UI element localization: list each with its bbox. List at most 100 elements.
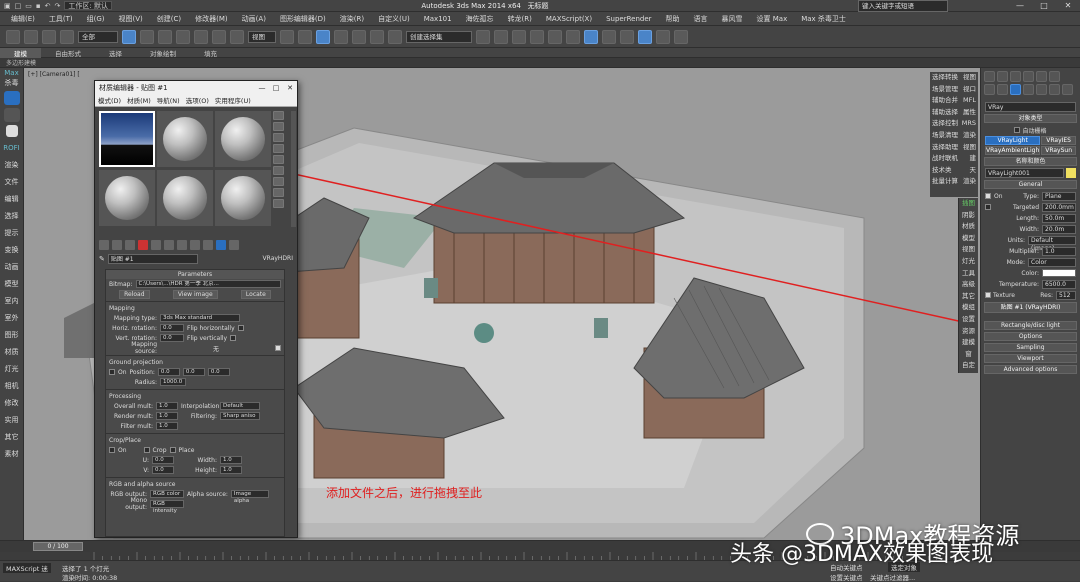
- systems-icon[interactable]: [1062, 84, 1073, 95]
- leftbar-item[interactable]: 变换: [0, 242, 23, 259]
- schematic-view-icon[interactable]: [566, 29, 580, 44]
- vstrip-item[interactable]: 工具: [959, 268, 978, 280]
- minimize-button[interactable]: —: [1008, 1, 1032, 10]
- type-dropdown[interactable]: Plane: [1042, 191, 1076, 201]
- sample-slot[interactable]: [157, 111, 213, 167]
- viewport-label[interactable]: [+] [Camera01] [: [28, 71, 80, 78]
- select-by-name-icon[interactable]: [140, 29, 154, 44]
- undo-icon[interactable]: ↶: [45, 2, 51, 10]
- pivot-icon[interactable]: [280, 29, 294, 44]
- leftbar-item[interactable]: 模型: [0, 276, 23, 293]
- vstrip-item[interactable]: 视图: [959, 244, 978, 256]
- leftbar-item[interactable]: 修改: [0, 395, 23, 412]
- color-swatch[interactable]: [1042, 269, 1076, 277]
- leftbar-item[interactable]: 图形: [0, 327, 23, 344]
- menu-modifiers[interactable]: 修改器(M): [188, 14, 235, 24]
- sample-slot-hdri[interactable]: [99, 111, 155, 167]
- go-sibling-icon[interactable]: [229, 240, 239, 250]
- render-mult-field[interactable]: 1.0: [156, 412, 178, 420]
- redo-icon[interactable]: ↷: [55, 2, 61, 10]
- save-icon[interactable]: ▪: [36, 2, 41, 10]
- vstrip-item[interactable]: 其它: [959, 291, 978, 303]
- mode-dropdown[interactable]: Color: [1028, 257, 1076, 267]
- me-menu-material[interactable]: 材质(M): [124, 95, 154, 105]
- vstrip-item[interactable]: 插图: [959, 198, 978, 210]
- vstrip-item[interactable]: 设置: [959, 314, 978, 326]
- menu-language[interactable]: 语言: [687, 14, 715, 24]
- place-radio[interactable]: [169, 447, 176, 453]
- create-tab-icon[interactable]: [984, 71, 995, 82]
- me-close-button[interactable]: ✕: [283, 84, 297, 92]
- vstrip-item[interactable]: 窗: [959, 349, 978, 361]
- units-dropdown[interactable]: Default (image): [1028, 235, 1076, 252]
- slots-scrollbar[interactable]: [291, 111, 296, 227]
- vraylight-button[interactable]: VRayLight: [985, 136, 1041, 145]
- modify-tab-icon[interactable]: [997, 71, 1008, 82]
- mono-output-dropdown[interactable]: RGB intensity: [150, 500, 184, 514]
- scene-tool-row[interactable]: 战时联机建: [932, 153, 976, 165]
- menu-maxscript[interactable]: MAXScript(X): [539, 15, 599, 23]
- move-icon[interactable]: [194, 29, 208, 44]
- filter-mult-field[interactable]: 1.0: [156, 422, 178, 430]
- ribbon-tab-selection[interactable]: 选择: [95, 48, 136, 58]
- horiz-rotation-field[interactable]: 0.0: [160, 324, 184, 332]
- menu-customize[interactable]: 自定义(U): [371, 14, 417, 24]
- show-end-result-icon[interactable]: [203, 240, 213, 250]
- filtering-dropdown[interactable]: Sharp aniso: [220, 412, 260, 420]
- ground-on-checkbox[interactable]: [109, 369, 115, 375]
- menu-plugin-c[interactable]: 暴风雪: [715, 14, 750, 24]
- locate-button[interactable]: Locate: [240, 289, 271, 299]
- overall-mult-field[interactable]: 1.0: [156, 402, 178, 410]
- material-navigator-icon[interactable]: [273, 199, 284, 208]
- go-to-parent-icon[interactable]: [216, 240, 226, 250]
- leftbar-item[interactable]: 文件: [0, 174, 23, 191]
- map-type-button[interactable]: VRayHDRI: [263, 255, 293, 262]
- temperature-field[interactable]: 6500.0: [1042, 279, 1076, 289]
- texture-map-slot[interactable]: 贴图 #1 (VRayHDRI): [984, 302, 1077, 313]
- search-input[interactable]: 键入关键字或短语: [858, 0, 948, 12]
- show-shaded-icon[interactable]: [190, 240, 200, 250]
- scene-tool-row[interactable]: 辅助合并 MFL: [932, 95, 976, 107]
- vstrip-item[interactable]: 高级: [959, 279, 978, 291]
- leftbar-item[interactable]: 实用: [0, 412, 23, 429]
- menu-max101[interactable]: Max101: [417, 15, 459, 23]
- mapping-type-dropdown[interactable]: 3ds Max standard: [160, 314, 240, 322]
- get-material-icon[interactable]: [99, 240, 109, 250]
- render-setup-icon[interactable]: [602, 29, 616, 44]
- leftbar-item[interactable]: 编辑: [0, 191, 23, 208]
- select-by-material-icon[interactable]: [273, 188, 284, 197]
- vstrip-item[interactable]: 自定: [959, 360, 978, 372]
- parameters-header[interactable]: Parameters: [106, 270, 284, 279]
- spacewarps-icon[interactable]: [1049, 84, 1060, 95]
- me-menu-utilities[interactable]: 实用程序(U): [212, 95, 254, 105]
- cameras-icon[interactable]: [1023, 84, 1034, 95]
- selection-filter-dropdown[interactable]: 全部: [78, 30, 118, 43]
- menu-help[interactable]: 帮助: [659, 14, 687, 24]
- reset-map-icon[interactable]: [138, 240, 148, 250]
- width-field[interactable]: 20.0m: [1042, 224, 1076, 234]
- edit-named-selection-icon[interactable]: [388, 29, 402, 44]
- menu-tools[interactable]: 工具(T): [42, 14, 80, 24]
- assign-material-icon[interactable]: [125, 240, 135, 250]
- menu-edit[interactable]: 编辑(E): [4, 14, 42, 24]
- vstrip-item[interactable]: 灯光: [959, 256, 978, 268]
- v-field[interactable]: 0.0: [152, 466, 174, 474]
- me-minimize-button[interactable]: —: [255, 84, 269, 92]
- light-category-dropdown[interactable]: VRay: [985, 102, 1076, 112]
- view-image-button[interactable]: View image: [172, 289, 218, 299]
- region-select-icon[interactable]: [158, 29, 172, 44]
- rollout-rectangle[interactable]: Rectangle/disc light: [984, 321, 1077, 330]
- geometry-icon[interactable]: [984, 84, 995, 95]
- put-to-library-icon[interactable]: [164, 240, 174, 250]
- vstrip-item[interactable]: 模型: [959, 233, 978, 245]
- eyedropper-icon[interactable]: ✎: [99, 255, 105, 263]
- bind-icon[interactable]: [60, 29, 74, 44]
- scene-tool-row[interactable]: 选择转换 视图: [932, 72, 976, 84]
- lights-icon[interactable]: [1010, 84, 1021, 95]
- rollout-sampling[interactable]: Sampling: [984, 343, 1077, 352]
- menu-antivirus[interactable]: Max 杀毒卫士: [794, 14, 853, 24]
- object-type-rollout[interactable]: 对象类型: [984, 114, 1077, 123]
- snap-icon[interactable]: [316, 29, 330, 44]
- scene-tool-row[interactable]: 场景清理 渲染: [932, 130, 976, 142]
- res-field[interactable]: 512: [1056, 290, 1076, 300]
